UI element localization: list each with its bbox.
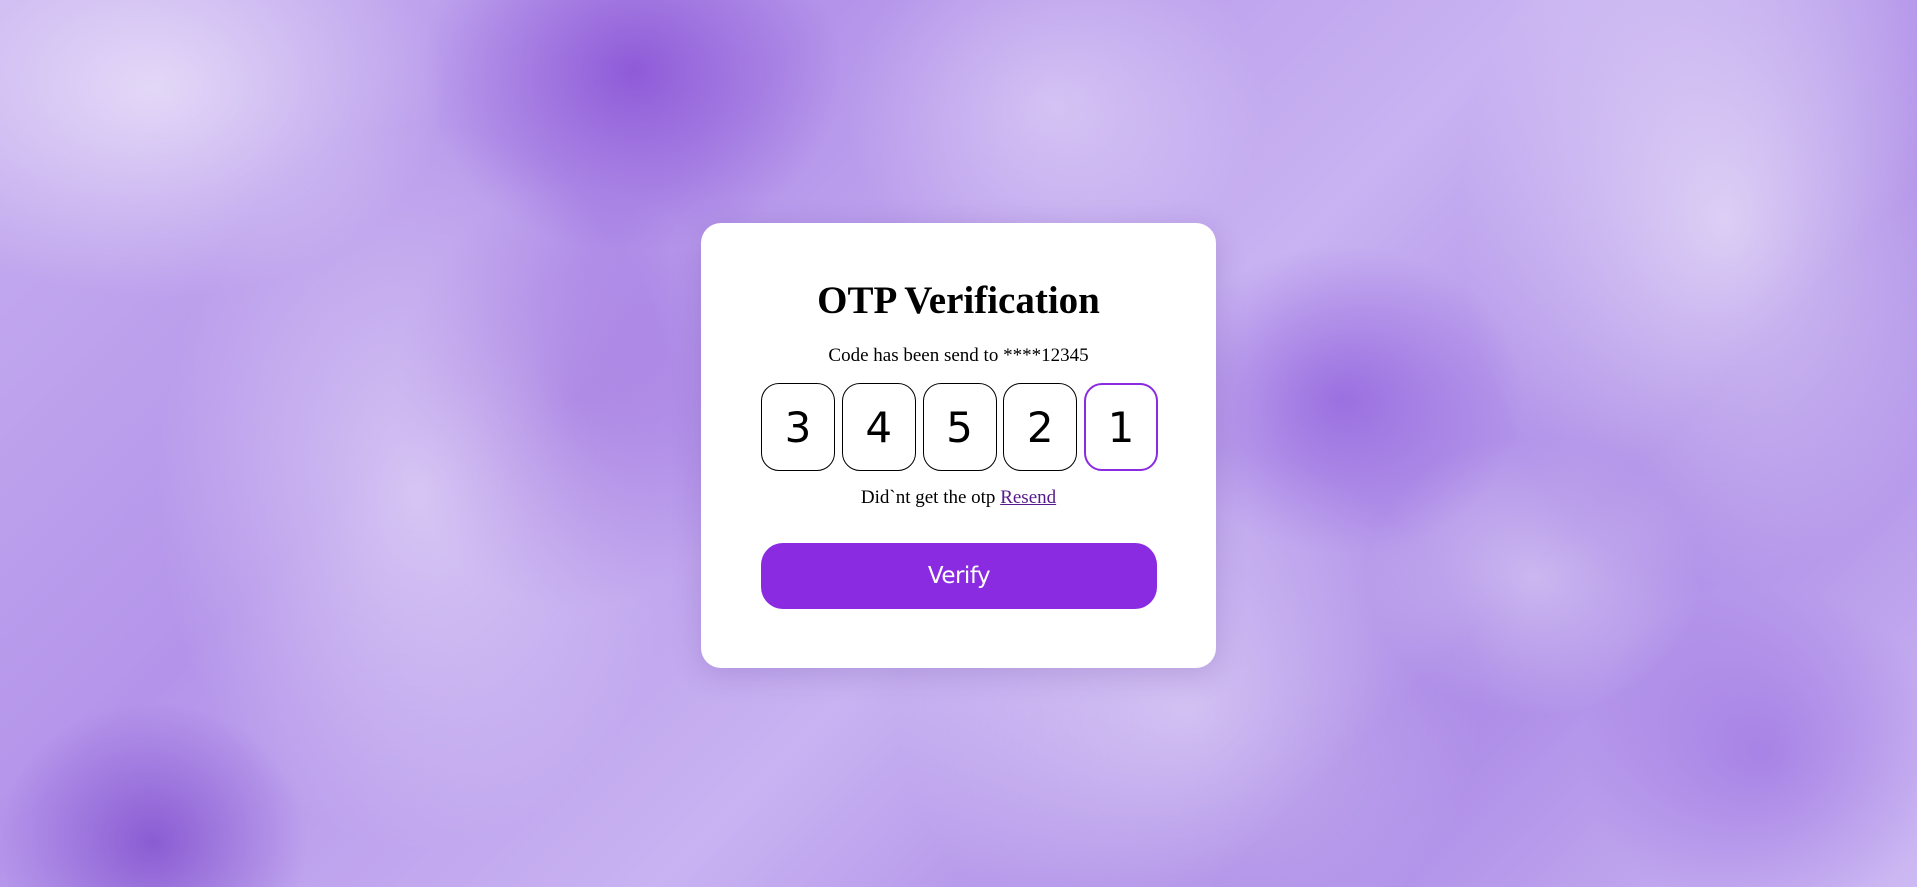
otp-digit-3[interactable] <box>922 383 997 471</box>
code-sent-message: Code has been send to ****12345 <box>828 345 1089 366</box>
otp-digit-2[interactable] <box>841 383 916 471</box>
otp-card: OTP Verification Code has been send to *… <box>701 223 1216 668</box>
resend-link[interactable]: Resend <box>1000 487 1056 508</box>
otp-digit-5[interactable] <box>1084 383 1158 471</box>
page-title: OTP Verification <box>817 279 1100 322</box>
otp-digit-1[interactable] <box>761 383 835 471</box>
resend-line: Did`nt get the otp Resend <box>701 488 1216 507</box>
resend-prompt: Did`nt get the otp <box>860 487 996 508</box>
verify-button[interactable]: Verify <box>761 543 1157 609</box>
otp-digit-4[interactable] <box>1003 383 1078 471</box>
otp-input-group <box>761 383 1158 473</box>
